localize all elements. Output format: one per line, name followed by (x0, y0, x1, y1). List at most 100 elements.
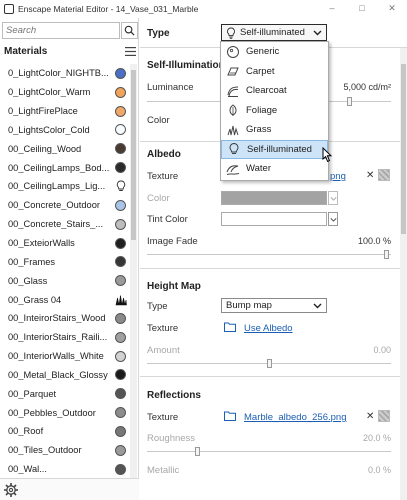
material-list-item[interactable]: 0_LightsColor_Cold (0, 121, 128, 140)
chevron-down-icon (329, 217, 337, 222)
leaf-icon (229, 104, 237, 117)
albedo-title: Albedo (147, 149, 181, 160)
material-list-item[interactable]: 00_InteriorWalls_White (0, 347, 128, 366)
albedo-color-swatch (221, 191, 327, 205)
self-illum-color-label: Color (147, 115, 170, 126)
type-option-carpet[interactable]: Carpet (221, 62, 328, 82)
material-swatch (115, 124, 126, 136)
amount-slider (147, 359, 391, 368)
material-list-item[interactable]: 00_ExteiorWalls (0, 234, 128, 253)
gear-icon[interactable] (3, 482, 19, 498)
material-list-item[interactable]: 00_Concrete_Outdoor (0, 196, 128, 215)
material-list-item[interactable]: 00_CeilingLamps_Bod... (0, 158, 128, 177)
height-map-title: Height Map (147, 281, 201, 292)
bulb-icon (229, 143, 239, 155)
bulb-icon (116, 181, 126, 192)
type-option-label: Water (246, 163, 271, 175)
material-name: 00_ExteiorWalls (8, 238, 75, 249)
material-name: 0_LightsColor_Cold (8, 124, 90, 135)
type-option-label: Clearcoat (246, 85, 287, 97)
material-list-item[interactable]: 00_Frames (0, 252, 128, 271)
material-name: 00_Tiles_Outdoor (8, 445, 82, 456)
type-option-generic[interactable]: Generic (221, 42, 328, 62)
reflections-texture-link[interactable]: Marble_albedo_256.png (244, 412, 346, 423)
material-list-item[interactable]: 00_Grass 04 (0, 290, 128, 309)
type-option-grass[interactable]: Grass (221, 120, 328, 140)
tint-color-label: Tint Color (147, 214, 188, 225)
close-button[interactable]: ✕ (377, 0, 407, 18)
material-list-item[interactable]: 0_LightColor_Warm (0, 83, 128, 102)
material-list-item[interactable]: 00_CeilingLamps_Lig... (0, 177, 128, 196)
type-option-label: Foliage (246, 104, 278, 116)
type-option-self-illuminated[interactable]: Self-illuminated (221, 139, 328, 159)
app-icon (4, 4, 14, 14)
image-fade-slider-handle[interactable] (384, 250, 389, 259)
window-controls: – □ ✕ (317, 0, 407, 18)
type-option-water[interactable]: Water (221, 159, 328, 179)
material-name: 00_Ceiling_Wood (8, 143, 82, 154)
folder-icon[interactable] (224, 411, 236, 421)
menu-icon[interactable] (125, 46, 136, 56)
material-swatch (115, 388, 126, 400)
material-list-item[interactable]: 00_Metal_Black_Glossy (0, 366, 128, 385)
water-icon (226, 164, 240, 175)
folder-icon[interactable] (224, 322, 236, 332)
material-list-item[interactable]: 00_Ceiling_Wood (0, 139, 128, 158)
material-list-item[interactable]: 00_Pebbles_Outdoor (0, 403, 128, 422)
material-list-item[interactable]: 0_LightFirePlace (0, 102, 128, 121)
height-map-texture-link[interactable]: Use Albedo (244, 323, 293, 334)
image-fade-slider[interactable] (147, 250, 391, 259)
material-list-item[interactable]: 00_Wal... (0, 460, 128, 479)
maximize-button[interactable]: □ (347, 0, 377, 18)
type-select[interactable]: Self-illuminated (221, 24, 327, 41)
editor-scrollbar[interactable] (400, 48, 407, 500)
material-swatch (115, 463, 126, 475)
height-map-type-select[interactable]: Bump map (221, 298, 327, 313)
material-list-item[interactable]: 00_Glass (0, 271, 128, 290)
bulb-icon (227, 27, 235, 39)
material-name: 00_Glass (8, 275, 48, 286)
scrollbar-thumb[interactable] (131, 70, 136, 240)
albedo-texture-link[interactable]: png (330, 171, 346, 182)
material-list-item[interactable]: 00_Parquet (0, 384, 128, 403)
image-fade-value[interactable]: 100.0 % (358, 236, 391, 246)
albedo-color-dropdown (328, 191, 338, 205)
section-divider (140, 376, 400, 377)
material-list-item[interactable]: 00_Tiles_Outdoor (0, 441, 128, 460)
grass-icon (227, 125, 239, 135)
luminance-value[interactable]: 5,000 cd/m² (343, 82, 391, 92)
materials-header: Materials (4, 44, 136, 58)
search-input[interactable] (3, 25, 119, 36)
tint-color-swatch[interactable] (221, 212, 327, 226)
albedo-texture-thumbnail (378, 169, 390, 181)
material-swatch (115, 350, 126, 362)
clear-texture-icon[interactable]: ✕ (366, 170, 374, 181)
height-map-type-value: Bump map (226, 300, 272, 311)
clear-texture-icon[interactable]: ✕ (366, 411, 374, 422)
material-list-item[interactable]: 00_InteirorStairs_Wood (0, 309, 128, 328)
clearcoat-icon (227, 86, 239, 97)
height-map-texture-label: Texture (147, 323, 179, 334)
material-swatch (115, 105, 126, 117)
materials-list: 0_LightColor_NIGHTB... 0_LightColor_Warm 0… (0, 64, 128, 479)
tint-color-dropdown[interactable] (328, 212, 338, 226)
carpet-icon (227, 67, 239, 76)
material-list-item[interactable]: 00_Concrete_Stairs_... (0, 215, 128, 234)
type-option-foliage[interactable]: Foliage (221, 101, 328, 121)
material-list-item[interactable]: 00_Roof (0, 422, 128, 441)
material-swatch (115, 86, 126, 98)
luminance-label: Luminance (147, 82, 194, 93)
material-swatch (115, 162, 126, 174)
minimize-button[interactable]: – (317, 0, 347, 18)
window-title: Enscape Material Editor - 14_Vase_031_Ma… (18, 4, 199, 14)
scrollbar-thumb[interactable] (401, 64, 406, 234)
search-button[interactable] (121, 22, 138, 39)
title-bar: Enscape Material Editor - 14_Vase_031_Ma… (0, 0, 407, 18)
type-option-clearcoat[interactable]: Clearcoat (221, 81, 328, 101)
luminance-slider-handle[interactable] (347, 97, 352, 106)
section-divider (140, 268, 400, 269)
material-swatch (115, 331, 126, 343)
material-list-item[interactable]: 00_InteriorStairs_Raili... (0, 328, 128, 347)
material-list-item[interactable]: 0_LightColor_NIGHTB... (0, 64, 128, 83)
materials-scrollbar[interactable] (130, 64, 137, 480)
